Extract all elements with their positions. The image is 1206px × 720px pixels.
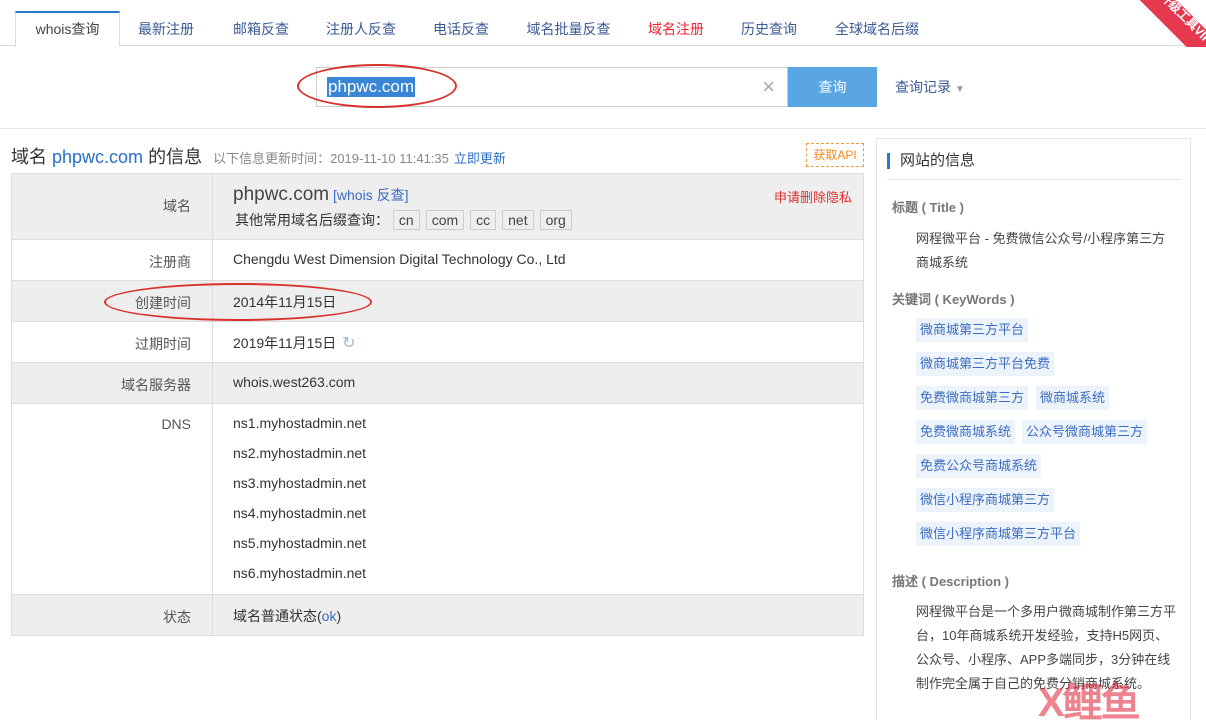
row-label: 注册商 [11,239,213,281]
row-label: 域名服务器 [11,362,213,404]
panel-title: 网站的信息 [887,153,1180,169]
tab-latest[interactable]: 最新注册 [126,11,206,47]
table-row-status: 状态 域名普通状态(ok) [11,594,864,636]
status-text: 域名普通状态( [233,608,322,624]
search-area: phpwc.com × 查询 查询记录 ▼ [0,47,1206,129]
query-history-dropdown[interactable]: 查询记录 ▼ [895,77,965,97]
keyword-tag[interactable]: 免费微商城第三方 [916,386,1029,410]
search-input-value: phpwc.com [327,77,415,97]
clear-icon[interactable]: × [762,74,775,100]
site-title-text: 网程微平台 - 免费微信公众号/小程序第三方商城系统 [916,231,1166,270]
dns-server: ns6.myhostadmin.net [233,565,367,581]
whois-info-table: 域名 phpwc.com [whois 反查] 申请删除隐私 其他常用域名后缀查… [11,173,864,636]
row-label: 创建时间 [11,280,213,322]
tab-history[interactable]: 历史查询 [731,11,807,47]
dns-server: ns2.myhostadmin.net [233,445,367,461]
row-label: 过期时间 [11,321,213,363]
page-title: 域名 phpwc.com 的信息 以下信息更新时间：2019-11-10 11:… [11,147,506,167]
search-button[interactable]: 查询 [788,67,877,107]
get-api-button[interactable]: 获取API [806,143,864,167]
dns-server: ns4.myhostadmin.net [233,505,367,521]
tld-net[interactable]: net [502,210,534,230]
table-row-whois-server: 域名服务器 whois.west263.com [11,362,864,404]
other-suffix-label: 其他常用域名后缀查询： [235,212,389,228]
page: whois查询 最新注册 邮箱反查 注册人反查 电话反查 域名批量反查 域名注册… [0,0,1206,720]
tld-cc[interactable]: cc [470,210,497,230]
tab-email[interactable]: 邮箱反查 [221,11,301,47]
tld-cn[interactable]: cn [392,210,420,230]
watermark-logo: X鲤鱼 [1038,681,1141,720]
tab-global-suffix[interactable]: 全球域名后缀 [822,11,932,47]
keyword-tag[interactable]: 微商城第三方平台 [916,318,1029,342]
status-ok-link[interactable]: ok [322,608,337,624]
keyword-tag[interactable]: 免费公众号商城系统 [916,454,1042,478]
update-time: 以下信息更新时间：2019-11-10 11:41:35 [213,151,449,166]
tab-bar: whois查询 最新注册 邮箱反查 注册人反查 电话反查 域名批量反查 域名注册… [0,0,1206,72]
dns-server: ns1.myhostadmin.net [233,415,367,431]
dns-server: ns3.myhostadmin.net [233,475,367,491]
tab-registrant[interactable]: 注册人反查 [316,11,406,47]
row-label: DNS [11,403,213,595]
tld-com[interactable]: com [425,210,465,230]
whois-server-value: whois.west263.com [212,362,864,404]
table-row-registrar: 注册商 Chengdu West Dimension Digital Techn… [11,239,864,281]
tld-org[interactable]: org [539,210,572,230]
table-row-expires: 过期时间 2019年11月15日 ↻ [11,321,864,363]
registrar-value: Chengdu West Dimension Digital Technolog… [212,239,864,281]
delete-privacy-link[interactable]: 申请删除隐私 [774,187,852,206]
keyword-tag[interactable]: 微信小程序商城第三方平台 [916,522,1081,546]
website-info-panel: 网站的信息 标题 ( Title ) 网程微平台 - 免费微信公众号/小程序第三… [876,138,1191,720]
title-label: 标题 ( Title ) [892,200,964,215]
caret-down-icon: ▼ [954,84,965,95]
keyword-tag[interactable]: 公众号微商城第三方 [1022,420,1148,444]
keyword-tag[interactable]: 微商城第三方平台免费 [916,352,1055,376]
keyword-tag[interactable]: 微商城系统 [1036,386,1110,410]
tab-whois[interactable]: whois查询 [15,11,120,47]
created-value: 2014年11月15日 [212,280,864,322]
domain-value: phpwc.com [233,184,330,205]
description-label: 描述 ( Description ) [892,574,1010,589]
heading-domain: phpwc.com [52,147,144,167]
divider [887,179,1180,180]
expires-value: 2019年11月15日 [233,335,337,351]
keyword-tag[interactable]: 微信小程序商城第三方 [916,488,1055,512]
whois-reverse-link[interactable]: [whois 反查] [333,187,408,203]
query-history-label: 查询记录 [895,79,951,95]
tab-batch[interactable]: 域名批量反查 [516,11,621,47]
tab-register[interactable]: 域名注册 [636,11,716,47]
keyword-tag[interactable]: 免费微商城系统 [916,420,1016,444]
table-row-created: 创建时间 2014年11月15日 [11,280,864,322]
search-input[interactable]: phpwc.com × [316,67,788,107]
update-now-link[interactable]: 立即更新 [454,151,506,166]
table-row-dns: DNS ns1.myhostadmin.net ns2.myhostadmin.… [11,403,864,595]
row-label: 域名 [11,173,213,240]
dns-server: ns5.myhostadmin.net [233,535,367,551]
keywords-label: 关键词 ( KeyWords ) [892,292,1015,307]
row-label: 状态 [11,594,213,636]
tab-phone[interactable]: 电话反查 [421,11,501,47]
table-row-domain: 域名 phpwc.com [whois 反查] 申请删除隐私 其他常用域名后缀查… [11,173,864,240]
refresh-icon[interactable]: ↻ [342,335,355,352]
